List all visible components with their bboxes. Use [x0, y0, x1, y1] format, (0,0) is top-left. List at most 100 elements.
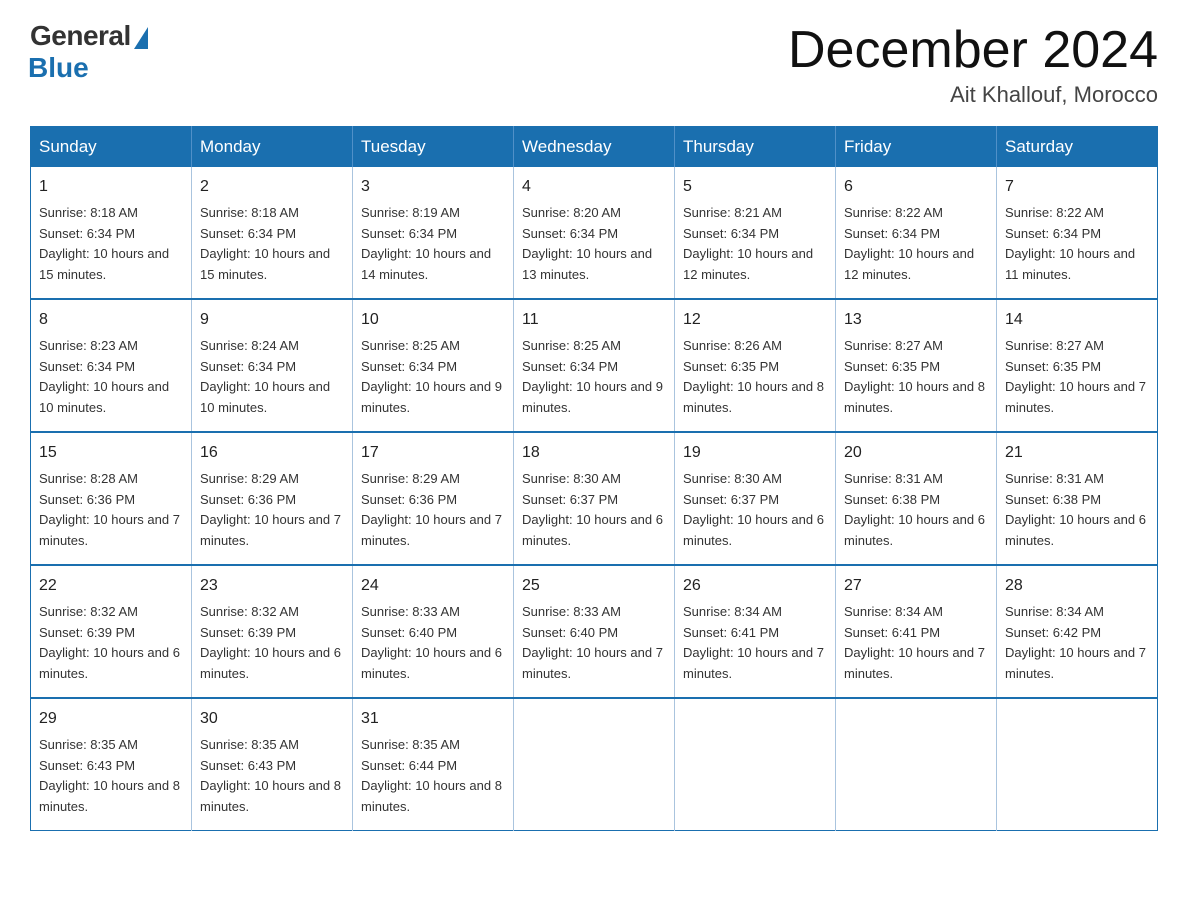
day-info: Sunrise: 8:27 AMSunset: 6:35 PMDaylight:…: [844, 336, 988, 419]
weekday-header-friday: Friday: [836, 127, 997, 168]
calendar-day-cell: 15 Sunrise: 8:28 AMSunset: 6:36 PMDayligh…: [31, 432, 192, 565]
calendar-title: December 2024: [788, 20, 1158, 80]
day-info: Sunrise: 8:19 AMSunset: 6:34 PMDaylight:…: [361, 203, 505, 286]
day-number: 6: [844, 175, 988, 200]
calendar-day-cell: 17 Sunrise: 8:29 AMSunset: 6:36 PMDayligh…: [353, 432, 514, 565]
day-number: 27: [844, 574, 988, 599]
calendar-day-cell: 7 Sunrise: 8:22 AMSunset: 6:34 PMDaylight…: [997, 167, 1158, 299]
day-info: Sunrise: 8:29 AMSunset: 6:36 PMDaylight:…: [361, 469, 505, 552]
day-number: 25: [522, 574, 666, 599]
calendar-day-cell: 13 Sunrise: 8:27 AMSunset: 6:35 PMDayligh…: [836, 299, 997, 432]
day-number: 8: [39, 308, 183, 333]
day-info: Sunrise: 8:33 AMSunset: 6:40 PMDaylight:…: [361, 602, 505, 685]
day-info: Sunrise: 8:31 AMSunset: 6:38 PMDaylight:…: [1005, 469, 1149, 552]
day-info: Sunrise: 8:34 AMSunset: 6:41 PMDaylight:…: [683, 602, 827, 685]
day-number: 17: [361, 441, 505, 466]
day-info: Sunrise: 8:26 AMSunset: 6:35 PMDaylight:…: [683, 336, 827, 419]
weekday-header-tuesday: Tuesday: [353, 127, 514, 168]
day-number: 29: [39, 707, 183, 732]
day-number: 4: [522, 175, 666, 200]
day-info: Sunrise: 8:18 AMSunset: 6:34 PMDaylight:…: [39, 203, 183, 286]
day-info: Sunrise: 8:27 AMSunset: 6:35 PMDaylight:…: [1005, 336, 1149, 419]
calendar-table: SundayMondayTuesdayWednesdayThursdayFrid…: [30, 126, 1158, 831]
day-info: Sunrise: 8:22 AMSunset: 6:34 PMDaylight:…: [1005, 203, 1149, 286]
calendar-day-cell: 19 Sunrise: 8:30 AMSunset: 6:37 PMDayligh…: [675, 432, 836, 565]
day-number: 3: [361, 175, 505, 200]
calendar-day-cell: [675, 698, 836, 830]
logo-blue-text: Blue: [28, 52, 89, 84]
calendar-week-row: 15 Sunrise: 8:28 AMSunset: 6:36 PMDayligh…: [31, 432, 1158, 565]
day-info: Sunrise: 8:31 AMSunset: 6:38 PMDaylight:…: [844, 469, 988, 552]
calendar-week-row: 22 Sunrise: 8:32 AMSunset: 6:39 PMDayligh…: [31, 565, 1158, 698]
day-number: 26: [683, 574, 827, 599]
logo-triangle-icon: [134, 27, 148, 49]
day-number: 12: [683, 308, 827, 333]
day-info: Sunrise: 8:32 AMSunset: 6:39 PMDaylight:…: [200, 602, 344, 685]
calendar-day-cell: 8 Sunrise: 8:23 AMSunset: 6:34 PMDaylight…: [31, 299, 192, 432]
calendar-day-cell: [836, 698, 997, 830]
calendar-day-cell: 16 Sunrise: 8:29 AMSunset: 6:36 PMDayligh…: [192, 432, 353, 565]
day-info: Sunrise: 8:34 AMSunset: 6:41 PMDaylight:…: [844, 602, 988, 685]
day-info: Sunrise: 8:24 AMSunset: 6:34 PMDaylight:…: [200, 336, 344, 419]
calendar-day-cell: 12 Sunrise: 8:26 AMSunset: 6:35 PMDayligh…: [675, 299, 836, 432]
day-info: Sunrise: 8:34 AMSunset: 6:42 PMDaylight:…: [1005, 602, 1149, 685]
calendar-day-cell: 20 Sunrise: 8:31 AMSunset: 6:38 PMDayligh…: [836, 432, 997, 565]
calendar-day-cell: 4 Sunrise: 8:20 AMSunset: 6:34 PMDaylight…: [514, 167, 675, 299]
calendar-day-cell: 6 Sunrise: 8:22 AMSunset: 6:34 PMDaylight…: [836, 167, 997, 299]
day-number: 28: [1005, 574, 1149, 599]
calendar-day-cell: 28 Sunrise: 8:34 AMSunset: 6:42 PMDayligh…: [997, 565, 1158, 698]
weekday-header-wednesday: Wednesday: [514, 127, 675, 168]
calendar-subtitle: Ait Khallouf, Morocco: [788, 82, 1158, 108]
calendar-day-cell: [997, 698, 1158, 830]
calendar-header: SundayMondayTuesdayWednesdayThursdayFrid…: [31, 127, 1158, 168]
day-number: 16: [200, 441, 344, 466]
day-number: 13: [844, 308, 988, 333]
calendar-day-cell: 27 Sunrise: 8:34 AMSunset: 6:41 PMDayligh…: [836, 565, 997, 698]
page-header: General Blue December 2024 Ait Khallouf,…: [30, 20, 1158, 108]
weekday-header-row: SundayMondayTuesdayWednesdayThursdayFrid…: [31, 127, 1158, 168]
weekday-header-thursday: Thursday: [675, 127, 836, 168]
day-number: 22: [39, 574, 183, 599]
day-info: Sunrise: 8:33 AMSunset: 6:40 PMDaylight:…: [522, 602, 666, 685]
calendar-day-cell: 3 Sunrise: 8:19 AMSunset: 6:34 PMDaylight…: [353, 167, 514, 299]
calendar-day-cell: 22Sunrise: 8:32 AMSunset: 6:39 PMDayligh…: [31, 565, 192, 698]
day-number: 1: [39, 175, 183, 200]
calendar-day-cell: 18 Sunrise: 8:30 AMSunset: 6:37 PMDayligh…: [514, 432, 675, 565]
day-number: 9: [200, 308, 344, 333]
day-info: Sunrise: 8:25 AMSunset: 6:34 PMDaylight:…: [522, 336, 666, 419]
calendar-week-row: 8 Sunrise: 8:23 AMSunset: 6:34 PMDaylight…: [31, 299, 1158, 432]
day-info: Sunrise: 8:23 AMSunset: 6:34 PMDaylight:…: [39, 336, 183, 419]
day-info: Sunrise: 8:18 AMSunset: 6:34 PMDaylight:…: [200, 203, 344, 286]
calendar-day-cell: 25 Sunrise: 8:33 AMSunset: 6:40 PMDayligh…: [514, 565, 675, 698]
day-number: 2: [200, 175, 344, 200]
day-number: 11: [522, 308, 666, 333]
day-number: 21: [1005, 441, 1149, 466]
calendar-day-cell: [514, 698, 675, 830]
calendar-week-row: 29 Sunrise: 8:35 AMSunset: 6:43 PMDayligh…: [31, 698, 1158, 830]
day-info: Sunrise: 8:28 AMSunset: 6:36 PMDaylight:…: [39, 469, 183, 552]
day-number: 15: [39, 441, 183, 466]
day-info: Sunrise: 8:20 AMSunset: 6:34 PMDaylight:…: [522, 203, 666, 286]
day-info: Sunrise: 8:29 AMSunset: 6:36 PMDaylight:…: [200, 469, 344, 552]
day-number: 20: [844, 441, 988, 466]
day-info: Sunrise: 8:22 AMSunset: 6:34 PMDaylight:…: [844, 203, 988, 286]
day-info: Sunrise: 8:35 AMSunset: 6:43 PMDaylight:…: [39, 735, 183, 818]
day-number: 5: [683, 175, 827, 200]
day-number: 18: [522, 441, 666, 466]
logo: General Blue: [30, 20, 148, 84]
calendar-day-cell: 26 Sunrise: 8:34 AMSunset: 6:41 PMDayligh…: [675, 565, 836, 698]
calendar-week-row: 1 Sunrise: 8:18 AMSunset: 6:34 PMDaylight…: [31, 167, 1158, 299]
day-number: 7: [1005, 175, 1149, 200]
day-info: Sunrise: 8:35 AMSunset: 6:44 PMDaylight:…: [361, 735, 505, 818]
calendar-day-cell: 10Sunrise: 8:25 AMSunset: 6:34 PMDayligh…: [353, 299, 514, 432]
day-info: Sunrise: 8:30 AMSunset: 6:37 PMDaylight:…: [683, 469, 827, 552]
day-number: 19: [683, 441, 827, 466]
day-number: 31: [361, 707, 505, 732]
calendar-day-cell: 9 Sunrise: 8:24 AMSunset: 6:34 PMDaylight…: [192, 299, 353, 432]
day-number: 23: [200, 574, 344, 599]
day-info: Sunrise: 8:30 AMSunset: 6:37 PMDaylight:…: [522, 469, 666, 552]
logo-general-text: General: [30, 20, 131, 52]
calendar-body: 1 Sunrise: 8:18 AMSunset: 6:34 PMDaylight…: [31, 167, 1158, 830]
calendar-day-cell: 14Sunrise: 8:27 AMSunset: 6:35 PMDayligh…: [997, 299, 1158, 432]
calendar-day-cell: 5Sunrise: 8:21 AMSunset: 6:34 PMDaylight…: [675, 167, 836, 299]
